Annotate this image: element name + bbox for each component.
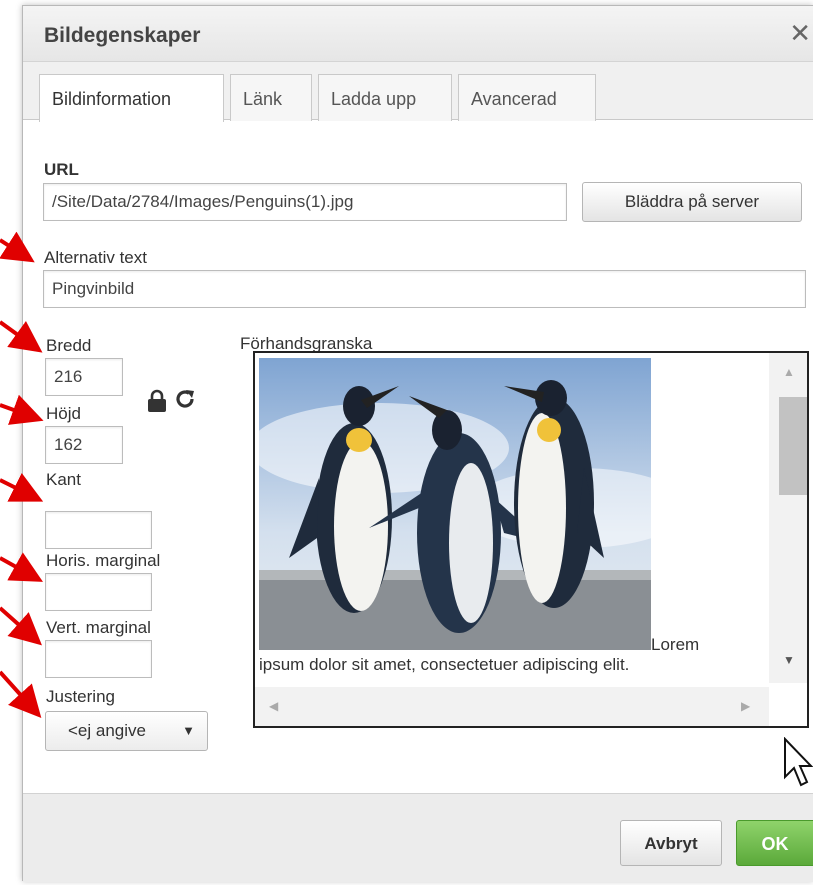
dialog-title: Bildegenskaper — [44, 24, 201, 47]
vspace-input[interactable] — [45, 640, 152, 678]
scroll-down-icon[interactable]: ▼ — [783, 653, 795, 667]
tab-advanced[interactable]: Avancerad — [458, 74, 596, 121]
horizontal-scrollbar[interactable]: ◀ ▶ — [255, 687, 769, 726]
url-input[interactable]: /Site/Data/2784/Images/Penguins(1).jpg — [43, 183, 567, 221]
browse-server-button[interactable]: Bläddra på server — [582, 182, 802, 222]
scrollbar-thumb[interactable] — [779, 397, 807, 495]
dialog-titlebar[interactable]: Bildegenskaper ✕ — [23, 6, 813, 62]
vertical-scrollbar[interactable]: ▲ ▼ — [769, 353, 807, 683]
align-select-value: <ej angive — [68, 721, 146, 740]
ok-button[interactable]: OK — [736, 820, 813, 866]
border-label: Kant — [46, 470, 81, 489]
dropdown-caret-icon: ▼ — [182, 723, 195, 738]
reset-size-icon[interactable] — [173, 387, 197, 411]
close-icon[interactable]: ✕ — [789, 20, 811, 46]
tab-image-info[interactable]: Bildinformation — [39, 74, 224, 122]
tab-bar: Bildinformation Länk Ladda upp Avancerad — [23, 62, 813, 122]
align-select[interactable]: <ej angive ▼ — [45, 711, 208, 751]
width-input[interactable]: 216 — [45, 358, 123, 396]
hspace-label: Horis. marginal — [46, 551, 161, 570]
cancel-button[interactable]: Avbryt — [620, 820, 722, 866]
scroll-right-icon[interactable]: ▶ — [741, 699, 750, 713]
height-input[interactable]: 162 — [45, 426, 123, 464]
tab-link[interactable]: Länk — [230, 74, 312, 121]
height-label: Höjd — [46, 404, 81, 423]
url-label: URL — [44, 160, 79, 179]
hspace-input[interactable] — [45, 573, 152, 611]
width-label: Bredd — [46, 336, 92, 355]
preview-text-line1: Lorem — [651, 635, 700, 654]
alt-text-label: Alternativ text — [44, 248, 147, 267]
scroll-left-icon[interactable]: ◀ — [269, 699, 278, 713]
lock-icon[interactable] — [147, 389, 167, 413]
scroll-up-icon[interactable]: ▲ — [783, 365, 795, 379]
mouse-cursor-icon — [784, 737, 813, 787]
dialog-footer: Avbryt OK — [23, 793, 813, 882]
align-label: Justering — [46, 687, 115, 706]
preview-text-line2: ipsum dolor sit amet, consectetuer adipi… — [259, 655, 630, 674]
border-input[interactable] — [45, 511, 152, 549]
preview-panel: Lorem ipsum dolor sit amet, consectetuer… — [253, 351, 809, 728]
penguins-image — [259, 358, 651, 650]
image-properties-dialog: Bildegenskaper ✕ Bildinformation Länk La… — [22, 5, 813, 882]
vspace-label: Vert. marginal — [46, 618, 151, 637]
alt-text-input[interactable]: Pingvinbild — [43, 270, 806, 308]
tab-upload[interactable]: Ladda upp — [318, 74, 452, 121]
